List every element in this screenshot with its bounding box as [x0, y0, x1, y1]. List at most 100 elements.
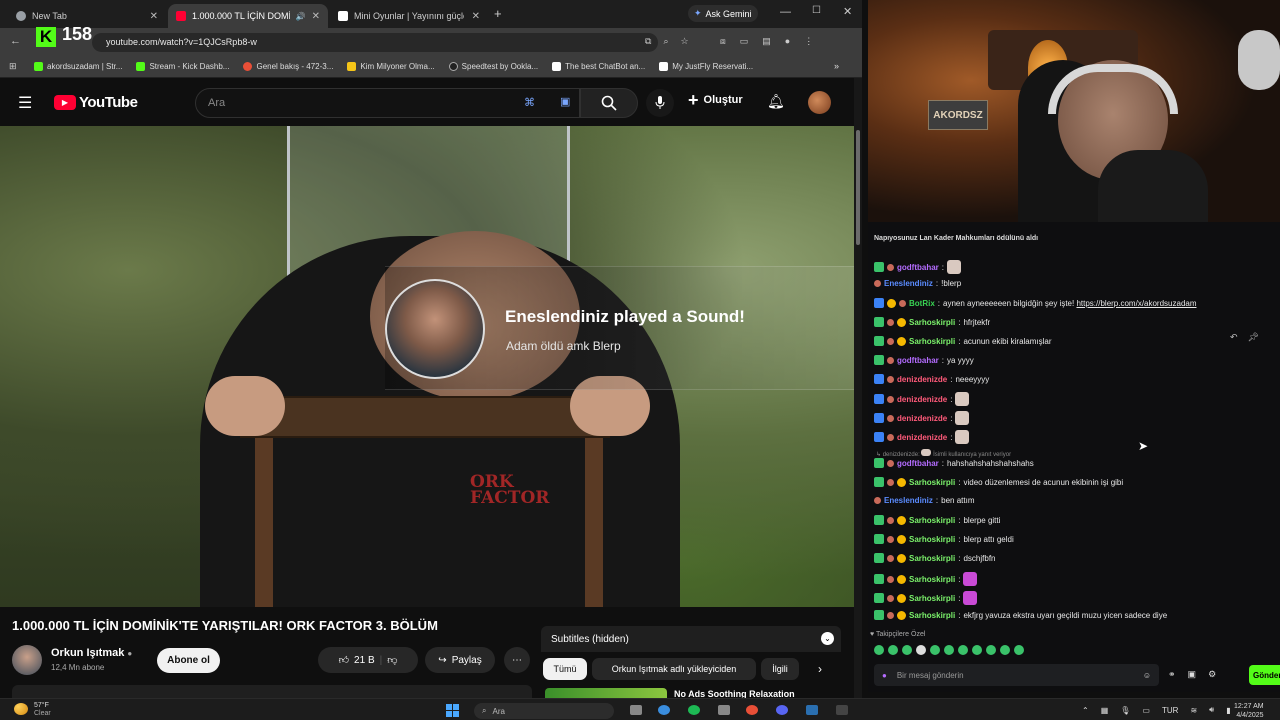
next-video-thumbnail[interactable] — [545, 688, 667, 698]
like-button[interactable]: 👍︎ 21 B — [339, 654, 375, 667]
emote-icon[interactable] — [1014, 645, 1024, 655]
chat-message[interactable]: Sarhoskirpli: acunun ekibi kiralamışlar — [874, 336, 1052, 346]
video-player[interactable]: ORK FACTOR Eneslendiniz played a Sound! A… — [0, 126, 854, 607]
channel-name[interactable]: Orkun Işıtmak ● — [51, 647, 132, 659]
chat-username[interactable]: denizdenizde — [897, 433, 947, 442]
chat-username[interactable]: BotRix — [909, 299, 935, 308]
chat-username[interactable]: Sarhoskirpli — [909, 337, 955, 346]
chat-username[interactable]: Sarhoskirpli — [909, 594, 955, 603]
address-bar[interactable]: youtube.com/watch?v=1QJCsRpb8-w — [92, 33, 658, 52]
chevron-up-icon[interactable]: ⌃ — [1082, 706, 1089, 715]
chat-username[interactable]: godftbahar — [897, 356, 939, 365]
close-tab-icon[interactable]: ✕ — [312, 11, 320, 22]
subtitles-panel-header[interactable]: Subtitles (hidden) ⌄ — [541, 626, 841, 652]
language-indicator[interactable]: TUR — [1162, 706, 1178, 715]
tray-app-icon[interactable]: ▭ — [1142, 706, 1150, 715]
emote-icon[interactable] — [902, 645, 912, 655]
create-button[interactable]: + Oluştur — [688, 91, 743, 109]
chat-message[interactable]: Sarhoskirpli: — [874, 572, 978, 586]
chat-message[interactable]: denizdenizde: — [874, 430, 970, 444]
ask-gemini-button[interactable]: ✦ Ask Gemini — [688, 5, 758, 22]
bookmark-item[interactable]: Genel bakış - 472-3... — [243, 62, 333, 71]
chat-message[interactable]: denizdenizde: — [874, 392, 970, 406]
emote-icon[interactable] — [986, 645, 996, 655]
avatar[interactable] — [808, 91, 831, 114]
discord-icon[interactable] — [776, 705, 788, 715]
new-tab-button[interactable]: + — [494, 6, 502, 21]
chat-username[interactable]: Sarhoskirpli — [909, 318, 955, 327]
emote-icon[interactable] — [888, 645, 898, 655]
chat-message[interactable]: godftbahar: ya yyyy — [874, 355, 974, 365]
send-button[interactable]: Gönder — [1249, 665, 1280, 685]
battery-icon[interactable]: ▮ — [1226, 706, 1230, 715]
chat-message[interactable]: denizdenizde: — [874, 411, 970, 425]
install-app-icon[interactable]: ⧉ — [645, 36, 651, 47]
chat-message[interactable]: denizdenizde: neeeyyyy — [874, 374, 989, 384]
chevron-down-icon[interactable]: ⌄ — [821, 632, 834, 645]
bookmark-item[interactable]: Stream - Kick Dashb... — [136, 62, 229, 71]
bookmark-star-icon[interactable]: ☆ — [680, 36, 688, 47]
description-box[interactable] — [12, 685, 532, 698]
close-tab-icon[interactable]: ✕ — [472, 11, 480, 22]
chip-related[interactable]: İlgili — [761, 658, 799, 680]
more-actions-button[interactable]: ⋯ — [504, 647, 530, 673]
chat-message[interactable]: Sarhoskirpli: ekfjrg yavuza ekstra uyarı … — [874, 610, 1167, 620]
close-window-button[interactable]: ✕ — [843, 5, 852, 18]
app-icon[interactable] — [718, 705, 730, 715]
clock[interactable]: 12:27 AM 4/4/2025 — [1234, 702, 1264, 720]
gift-icon[interactable]: ▣ — [1188, 669, 1197, 680]
lens-icon[interactable]: ▣ — [560, 95, 570, 108]
chat-username[interactable]: denizdenizde — [897, 395, 947, 404]
spotify-icon[interactable] — [688, 705, 700, 715]
steam-icon[interactable] — [658, 705, 670, 715]
chat-username[interactable]: Sarhoskirpli — [909, 516, 955, 525]
chip-all[interactable]: Tümü — [543, 658, 587, 680]
chat-username[interactable]: denizdenizde — [897, 375, 947, 384]
wifi-icon[interactable]: ≋ — [1190, 706, 1197, 715]
chat-username[interactable]: Sarhoskirpli — [909, 535, 955, 544]
chevron-right-icon[interactable]: › — [818, 662, 822, 676]
chat-message[interactable]: BotRix: aynen ayneeeeeen bilgidğin şey iş… — [874, 298, 1197, 308]
close-tab-icon[interactable]: ✕ — [150, 11, 158, 22]
settings-gear-icon[interactable]: ⚙ — [1208, 669, 1216, 680]
chat-username[interactable]: Sarhoskirpli — [909, 611, 955, 620]
pin-icon[interactable]: 📌︎ — [1248, 332, 1259, 343]
search-button[interactable] — [580, 88, 638, 118]
tab-mini-oyunlar[interactable]: Mini Oyunlar | Yayınını güçlend ✕ — [330, 4, 488, 28]
chat-message[interactable]: Eneslendiniz: ben attım — [874, 496, 975, 505]
chat-username[interactable]: godftbahar — [897, 263, 939, 272]
chat-message[interactable]: Sarhoskirpli: dschjfbfn — [874, 553, 996, 563]
chat-message[interactable]: Sarhoskirpli: blerpe gitti — [874, 515, 1000, 525]
bookmark-item[interactable]: My JustFly Reservati... — [659, 62, 753, 71]
emote-icon[interactable] — [972, 645, 982, 655]
zoom-icon[interactable]: ⌕ — [663, 36, 668, 47]
chat-username[interactable]: Sarhoskirpli — [909, 554, 955, 563]
app-icon[interactable] — [836, 705, 848, 715]
chat-username[interactable]: Sarhoskirpli — [909, 575, 955, 584]
emote-icon[interactable] — [874, 645, 884, 655]
link-icon[interactable]: ⚭ — [1168, 669, 1176, 680]
voice-search-button[interactable] — [646, 89, 674, 117]
chat-message[interactable]: Sarhoskirpli: — [874, 591, 978, 605]
subscribe-button[interactable]: Abone ol — [157, 648, 220, 673]
kebab-menu-icon[interactable]: ⋮ — [804, 36, 813, 47]
chat-input[interactable]: ● Bir mesaj gönderin ☺ — [874, 664, 1159, 686]
minimize-window-button[interactable]: — — [780, 6, 791, 18]
chip-from-uploader[interactable]: Orkun Işıtmak adlı yükleyiciden — [592, 658, 756, 680]
network-icon[interactable]: ▦ — [1101, 706, 1109, 715]
back-arrow-icon[interactable]: ← — [10, 35, 21, 47]
search-input[interactable]: Ara ⌘ ▣ — [195, 88, 580, 118]
maximize-window-button[interactable]: ☐ — [812, 5, 821, 16]
chat-message[interactable]: Sarhoskirpli: hfrjtekfr — [874, 317, 990, 327]
windows-start-icon[interactable] — [446, 704, 460, 717]
chat-username[interactable]: Eneslendiniz — [884, 496, 933, 505]
weather-widget[interactable]: 57°F Clear — [34, 702, 51, 718]
cast-icon[interactable]: ▭ — [740, 36, 749, 47]
share-button[interactable]: ↪ Paylaş — [425, 647, 495, 673]
bookmark-item[interactable]: Kim Milyoner Olma... — [347, 62, 435, 71]
chat-username[interactable]: godftbahar — [897, 459, 939, 468]
chat-message[interactable]: godftbahar: — [874, 260, 962, 274]
chrome-icon[interactable] — [746, 705, 758, 715]
chat-message[interactable]: Sarhoskirpli: blerp attı geldi — [874, 534, 1014, 544]
reply-icon[interactable]: ↶ — [1230, 332, 1238, 343]
